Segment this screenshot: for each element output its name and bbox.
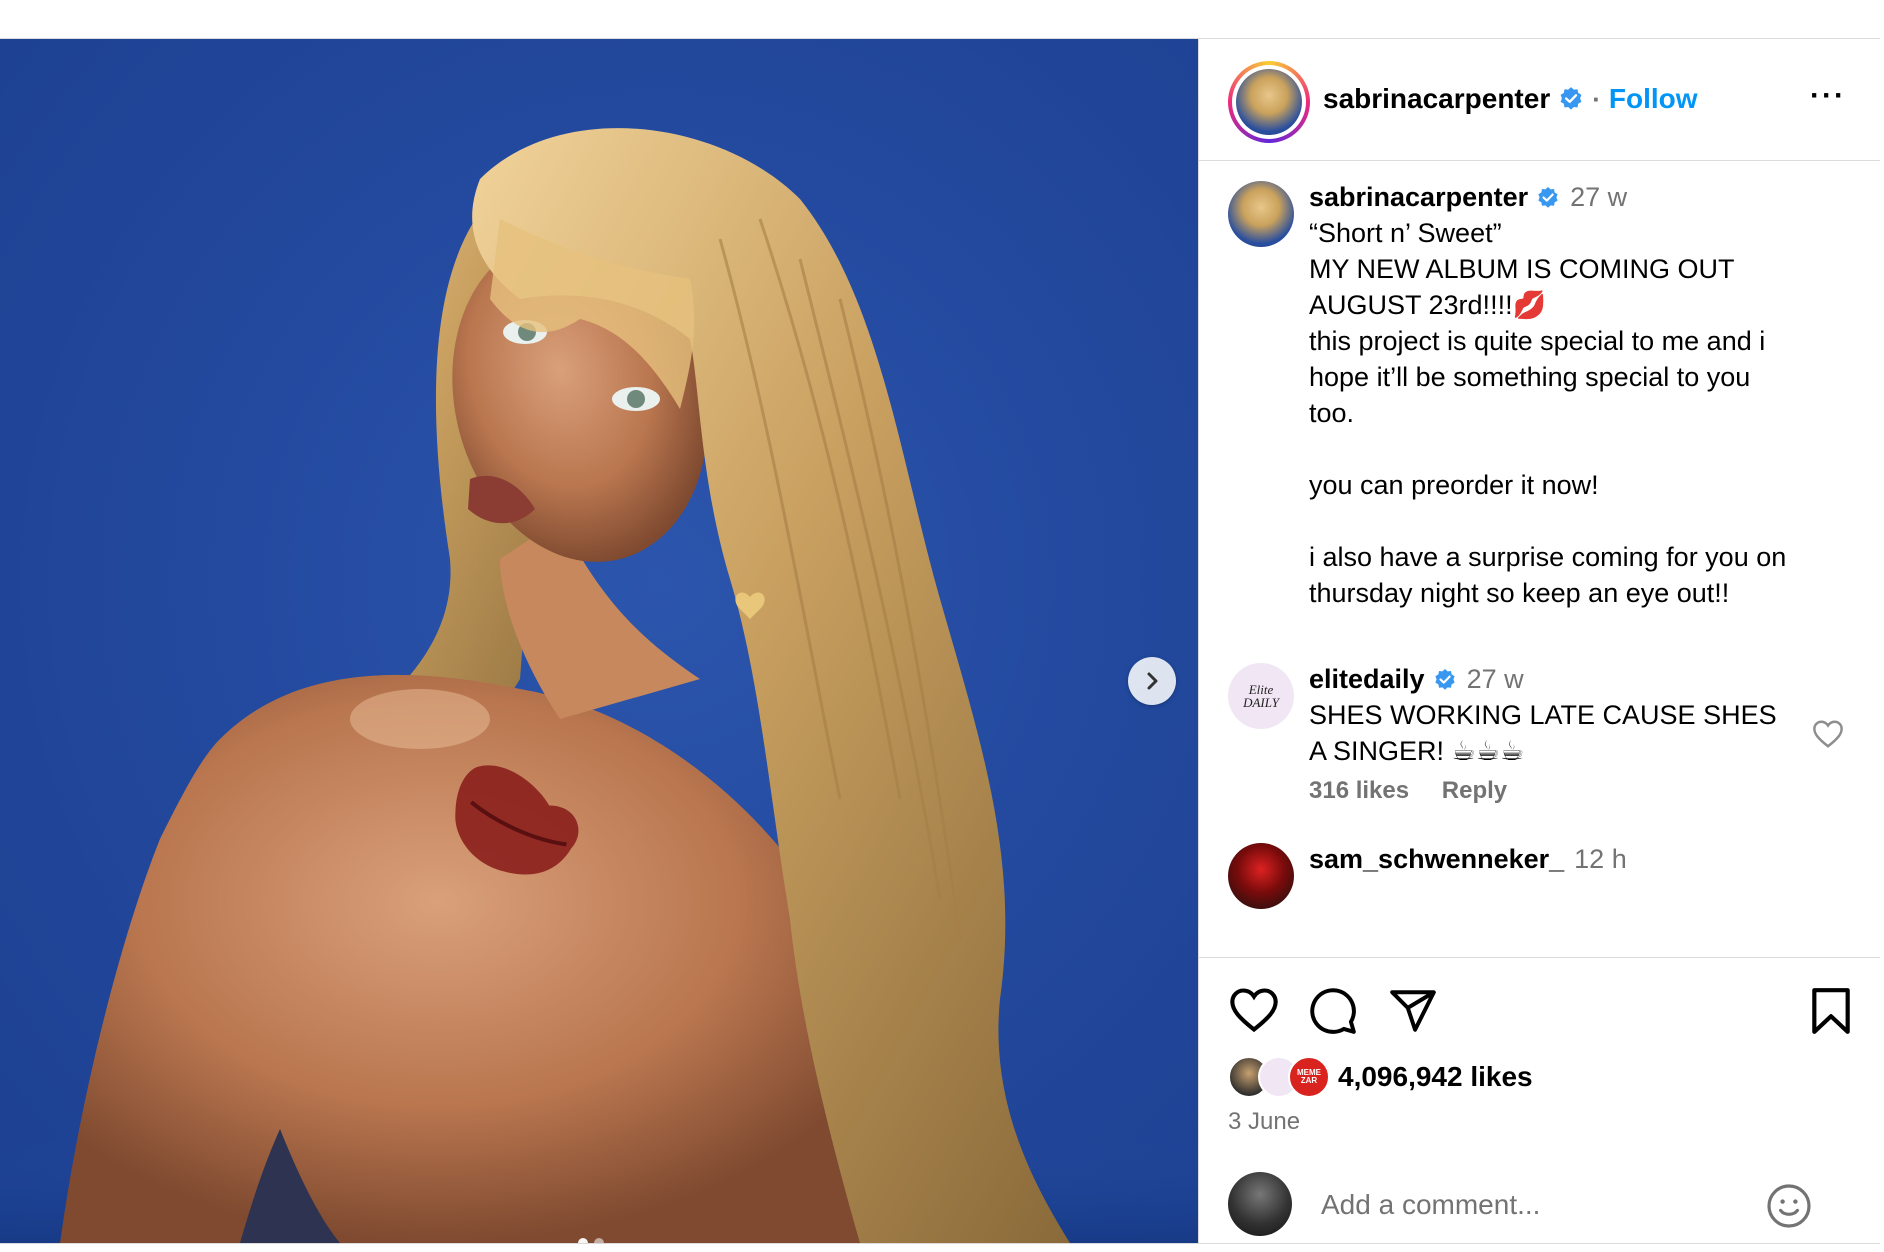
caption-text: “Short n’ Sweet” MY NEW ALBUM IS COMING … [1309,218,1787,608]
verified-badge-icon [1560,87,1582,110]
comment-likes[interactable]: 316 likes [1309,777,1409,804]
comments-section[interactable]: sabrinacarpenter 27 w “Short n’ Sweet” MY… [1199,161,1880,956]
likes-count[interactable]: 4,096,942 likes [1338,1061,1533,1093]
follow-button[interactable]: Follow [1609,83,1698,115]
comment-avatar[interactable] [1228,843,1294,909]
next-slide-button[interactable] [1128,657,1176,705]
comment-text-block: elitedaily 27 w SHES WORKING LATE CAUSE S… [1309,661,1839,769]
chevron-right-icon [1147,672,1158,690]
post-date: 3 June [1228,1108,1301,1135]
verified-badge-icon [1538,187,1558,208]
comment-username[interactable]: sam_schwenneker_ [1309,844,1564,874]
liker-avatar-text: MEME ZAR [1297,1068,1321,1085]
current-user-avatar [1228,1172,1292,1236]
carousel-dot [578,1238,588,1243]
caption-avatar[interactable] [1228,181,1294,247]
emoji-smiley-icon[interactable] [1765,1182,1813,1230]
caption-username[interactable]: sabrinacarpenter [1309,182,1528,212]
avatar [1236,69,1302,135]
reply-button[interactable]: Reply [1442,777,1507,804]
comment-username[interactable]: elitedaily [1309,664,1425,694]
liker-avatar: MEME ZAR [1288,1056,1330,1098]
post-side-panel: sabrinacarpenter · Follow ··· sabrinacar… [1198,39,1880,1243]
post-actions: MEME ZAR 4,096,942 likes 3 June [1199,957,1880,1244]
caption-time: 27 w [1570,182,1628,212]
instagram-post: sabrinacarpenter · Follow ··· sabrinacar… [0,38,1880,1244]
save-bookmark-icon[interactable] [1809,986,1853,1036]
carousel-indicator [578,1238,604,1243]
comment-avatar[interactable]: Elite DAILY [1228,663,1294,729]
verified-badge-icon [1434,669,1455,690]
share-send-icon[interactable] [1388,986,1438,1036]
comment-bubble-icon[interactable] [1308,986,1358,1036]
header-username[interactable]: sabrinacarpenter [1323,83,1550,115]
comment-time: 12 h [1574,844,1627,874]
post-media[interactable] [0,39,1198,1243]
carousel-dot [594,1238,604,1243]
like-comment-heart-icon[interactable] [1811,719,1845,749]
header-user: sabrinacarpenter · Follow [1323,83,1698,115]
comment-text-block: sam_schwenneker_ 12 h [1309,841,1839,877]
story-ring-avatar[interactable] [1228,61,1310,143]
post-photo [0,128,1198,1243]
like-heart-icon[interactable] [1228,986,1280,1034]
likes-summary: MEME ZAR 4,096,942 likes [1228,1056,1533,1098]
add-comment-bar [1199,1162,1880,1244]
comment-time: 27 w [1466,664,1524,694]
avatar-logo-text: Elite DAILY [1243,682,1279,710]
comment-text: SHES WORKING LATE CAUSE SHES A SINGER! ☕… [1309,700,1777,766]
caption-text-block: sabrinacarpenter 27 w “Short n’ Sweet” MY… [1309,179,1839,611]
more-options-button[interactable]: ··· [1810,79,1846,113]
post-header: sabrinacarpenter · Follow ··· [1199,39,1880,161]
comment-input[interactable] [1319,1184,1763,1226]
comment-meta: 316 likes Reply [1309,777,1533,805]
separator-dot: · [1592,83,1601,114]
